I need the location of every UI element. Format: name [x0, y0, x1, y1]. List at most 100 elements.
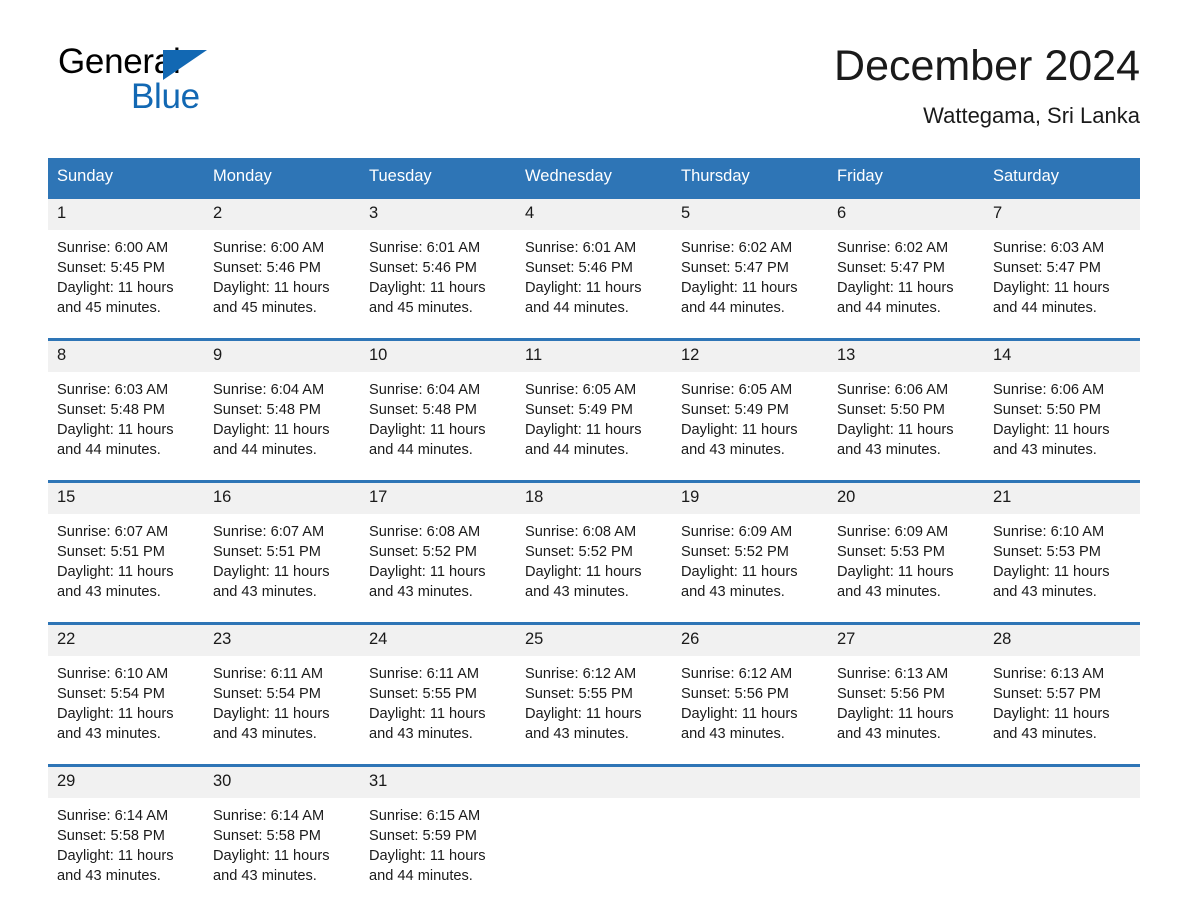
calendar-day-cell[interactable]: 18 Sunrise: 6:08 AM Sunset: 5:52 PM Dayligh…: [516, 480, 672, 608]
day-number: 10: [360, 341, 516, 372]
sunrise-text: Sunrise: 6:02 AM: [837, 240, 949, 256]
calendar-day-cell[interactable]: 10 Sunrise: 6:04 AM Sunset: 5:48 PM Dayligh…: [360, 338, 516, 466]
calendar-day-cell[interactable]: 24 Sunrise: 6:11 AM Sunset: 5:55 PM Dayligh…: [360, 622, 516, 750]
sunset-text: Sunset: 5:48 PM: [213, 402, 321, 418]
daylight-text-line2: and 43 minutes.: [213, 868, 317, 884]
calendar-day-cell[interactable]: 7 Sunrise: 6:03 AM Sunset: 5:47 PM Daylight…: [984, 196, 1140, 324]
week-spacer-cell: [48, 750, 1140, 766]
calendar-day-cell[interactable]: 25 Sunrise: 6:12 AM Sunset: 5:55 PM Dayligh…: [516, 622, 672, 750]
day-number: 16: [204, 483, 360, 514]
day-details: Sunrise: 6:15 AM Sunset: 5:59 PM Daylight:…: [360, 798, 516, 892]
calendar-day-cell[interactable]: 23 Sunrise: 6:11 AM Sunset: 5:54 PM Dayligh…: [204, 622, 360, 750]
daylight-text-line1: Daylight: 11 hours: [57, 422, 174, 438]
sunset-text: Sunset: 5:58 PM: [213, 828, 321, 844]
calendar-day-cell[interactable]: 9 Sunrise: 6:04 AM Sunset: 5:48 PM Daylight…: [204, 338, 360, 466]
daylight-text-line1: Daylight: 11 hours: [525, 564, 642, 580]
day-details: Sunrise: 6:05 AM Sunset: 5:49 PM Daylight:…: [516, 372, 672, 466]
calendar-day-cell[interactable]: 28 Sunrise: 6:13 AM Sunset: 5:57 PM Dayligh…: [984, 622, 1140, 750]
calendar-day-cell[interactable]: 20 Sunrise: 6:09 AM Sunset: 5:53 PM Dayligh…: [828, 480, 984, 608]
sunset-text: Sunset: 5:52 PM: [369, 544, 477, 560]
sunset-text: Sunset: 5:54 PM: [213, 686, 321, 702]
sunrise-text: Sunrise: 6:00 AM: [57, 240, 169, 256]
calendar-day-cell[interactable]: 31 Sunrise: 6:15 AM Sunset: 5:59 PM Dayligh…: [360, 764, 516, 892]
weekday-header-monday: Monday: [204, 158, 360, 198]
sunset-text: Sunset: 5:46 PM: [525, 260, 633, 276]
day-details: Sunrise: 6:09 AM Sunset: 5:53 PM Daylight:…: [828, 514, 984, 608]
week-spacer: [48, 466, 1140, 482]
calendar-day-cell[interactable]: 29 Sunrise: 6:14 AM Sunset: 5:58 PM Dayligh…: [48, 764, 204, 892]
sunrise-text: Sunrise: 6:05 AM: [681, 382, 793, 398]
sunset-text: Sunset: 5:55 PM: [525, 686, 633, 702]
sunset-text: Sunset: 5:52 PM: [525, 544, 633, 560]
sunset-text: Sunset: 5:51 PM: [213, 544, 321, 560]
logo-text-blue: Blue: [131, 77, 200, 116]
day-number: 31: [360, 767, 516, 798]
day-details: [984, 798, 1140, 882]
sunset-text: Sunset: 5:47 PM: [681, 260, 789, 276]
calendar-day-cell-empty: [516, 764, 672, 892]
calendar-day-cell[interactable]: 11 Sunrise: 6:05 AM Sunset: 5:49 PM Dayligh…: [516, 338, 672, 466]
calendar-page: General Blue December 2024 Wattegama, Sr…: [0, 0, 1188, 918]
calendar-day-cell[interactable]: 30 Sunrise: 6:14 AM Sunset: 5:58 PM Dayligh…: [204, 764, 360, 892]
daylight-text-line2: and 45 minutes.: [369, 300, 473, 316]
daylight-text-line1: Daylight: 11 hours: [681, 564, 798, 580]
calendar-day-cell[interactable]: 6 Sunrise: 6:02 AM Sunset: 5:47 PM Daylight…: [828, 196, 984, 324]
daylight-text-line2: and 44 minutes.: [993, 300, 1097, 316]
day-details: Sunrise: 6:07 AM Sunset: 5:51 PM Daylight:…: [204, 514, 360, 608]
calendar-day-cell[interactable]: 15 Sunrise: 6:07 AM Sunset: 5:51 PM Dayligh…: [48, 480, 204, 608]
sunset-text: Sunset: 5:50 PM: [837, 402, 945, 418]
day-details: Sunrise: 6:13 AM Sunset: 5:57 PM Daylight:…: [984, 656, 1140, 750]
sunset-text: Sunset: 5:54 PM: [57, 686, 165, 702]
sunrise-text: Sunrise: 6:07 AM: [57, 524, 169, 540]
calendar-day-cell[interactable]: 14 Sunrise: 6:06 AM Sunset: 5:50 PM Dayligh…: [984, 338, 1140, 466]
calendar-day-cell[interactable]: 13 Sunrise: 6:06 AM Sunset: 5:50 PM Dayligh…: [828, 338, 984, 466]
calendar-day-cell[interactable]: 26 Sunrise: 6:12 AM Sunset: 5:56 PM Dayligh…: [672, 622, 828, 750]
sunset-text: Sunset: 5:55 PM: [369, 686, 477, 702]
daylight-text-line1: Daylight: 11 hours: [525, 280, 642, 296]
sunrise-text: Sunrise: 6:07 AM: [213, 524, 325, 540]
day-details: Sunrise: 6:14 AM Sunset: 5:58 PM Daylight:…: [204, 798, 360, 892]
calendar-day-cell[interactable]: 2 Sunrise: 6:00 AM Sunset: 5:46 PM Daylight…: [204, 196, 360, 324]
week-spacer-cell: [48, 608, 1140, 624]
day-number: 13: [828, 341, 984, 372]
calendar-day-cell[interactable]: 17 Sunrise: 6:08 AM Sunset: 5:52 PM Dayligh…: [360, 480, 516, 608]
daylight-text-line2: and 43 minutes.: [213, 726, 317, 742]
daylight-text-line2: and 45 minutes.: [213, 300, 317, 316]
calendar-day-cell[interactable]: 16 Sunrise: 6:07 AM Sunset: 5:51 PM Dayligh…: [204, 480, 360, 608]
calendar-day-cell[interactable]: 1 Sunrise: 6:00 AM Sunset: 5:45 PM Daylight…: [48, 196, 204, 324]
daylight-text-line2: and 43 minutes.: [681, 726, 785, 742]
sunset-text: Sunset: 5:56 PM: [681, 686, 789, 702]
sunrise-text: Sunrise: 6:00 AM: [213, 240, 325, 256]
sunset-text: Sunset: 5:56 PM: [837, 686, 945, 702]
sunset-text: Sunset: 5:46 PM: [369, 260, 477, 276]
daylight-text-line2: and 44 minutes.: [369, 442, 473, 458]
day-number: 4: [516, 199, 672, 230]
calendar-day-cell[interactable]: 22 Sunrise: 6:10 AM Sunset: 5:54 PM Dayligh…: [48, 622, 204, 750]
calendar-day-cell[interactable]: 27 Sunrise: 6:13 AM Sunset: 5:56 PM Dayligh…: [828, 622, 984, 750]
day-details: Sunrise: 6:11 AM Sunset: 5:54 PM Daylight:…: [204, 656, 360, 750]
sunset-text: Sunset: 5:59 PM: [369, 828, 477, 844]
calendar-day-cell[interactable]: 3 Sunrise: 6:01 AM Sunset: 5:46 PM Daylight…: [360, 196, 516, 324]
sunrise-text: Sunrise: 6:12 AM: [681, 666, 793, 682]
sunrise-text: Sunrise: 6:06 AM: [993, 382, 1105, 398]
calendar-day-cell[interactable]: 8 Sunrise: 6:03 AM Sunset: 5:48 PM Daylight…: [48, 338, 204, 466]
calendar-day-cell[interactable]: 12 Sunrise: 6:05 AM Sunset: 5:49 PM Dayligh…: [672, 338, 828, 466]
calendar-day-cell[interactable]: 5 Sunrise: 6:02 AM Sunset: 5:47 PM Daylight…: [672, 196, 828, 324]
calendar-day-cell[interactable]: 21 Sunrise: 6:10 AM Sunset: 5:53 PM Dayligh…: [984, 480, 1140, 608]
sunset-text: Sunset: 5:57 PM: [993, 686, 1101, 702]
calendar-day-cell[interactable]: 19 Sunrise: 6:09 AM Sunset: 5:52 PM Dayligh…: [672, 480, 828, 608]
day-number: 20: [828, 483, 984, 514]
day-details: [516, 798, 672, 882]
day-number: 22: [48, 625, 204, 656]
daylight-text-line2: and 44 minutes.: [837, 300, 941, 316]
day-details: Sunrise: 6:01 AM Sunset: 5:46 PM Daylight:…: [516, 230, 672, 324]
day-number: 7: [984, 199, 1140, 230]
week-spacer-cell: [48, 324, 1140, 340]
daylight-text-line2: and 43 minutes.: [525, 584, 629, 600]
calendar-day-cell[interactable]: 4 Sunrise: 6:01 AM Sunset: 5:46 PM Daylight…: [516, 196, 672, 324]
day-number: 9: [204, 341, 360, 372]
daylight-text-line1: Daylight: 11 hours: [57, 848, 174, 864]
daylight-text-line2: and 44 minutes.: [525, 300, 629, 316]
daylight-text-line2: and 43 minutes.: [525, 726, 629, 742]
day-details: Sunrise: 6:00 AM Sunset: 5:45 PM Daylight:…: [48, 230, 204, 324]
